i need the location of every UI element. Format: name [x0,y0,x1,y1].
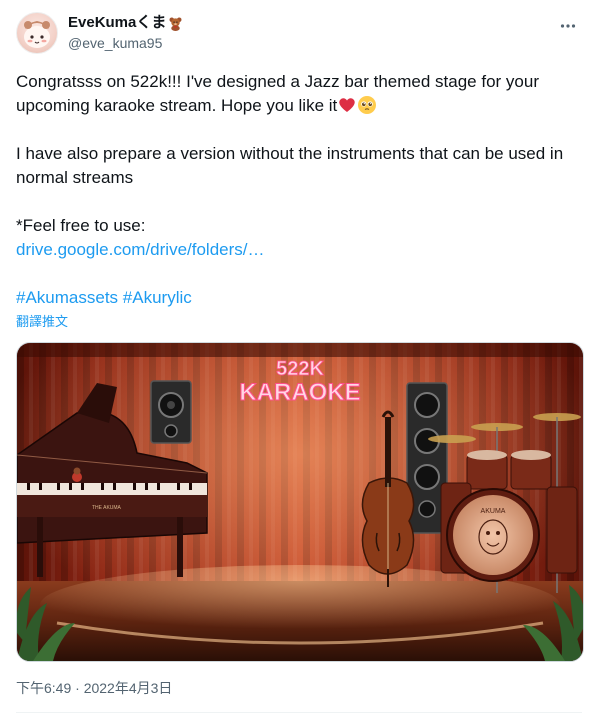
avatar[interactable] [16,12,58,54]
hashtag-akumassets[interactable]: #Akumassets [16,288,118,307]
display-name[interactable]: EveKumaくま [68,14,166,32]
tweet-paragraph-2: I have also prepare a version without th… [16,144,564,187]
pleading-face-icon [357,95,377,115]
translate-tweet-link[interactable]: 翻譯推文 [16,314,68,330]
tweet-paragraph-1: Congratsss on 522k!!! I've designed a Ja… [16,70,586,118]
left-speaker [150,380,192,444]
tweet-media-image[interactable]: 522K KARAOKE THE AKUMA AKUMA [16,342,584,662]
tweet-paragraph-3: *Feel free to use: [16,216,146,235]
divider [16,712,582,713]
tweet-header: EveKumaくま @eve_kuma95 [16,12,582,56]
teddy-bear-icon [168,16,183,31]
tweet-line-1: Congratsss on 522k!!! I've designed a Ja… [16,72,539,115]
more-dots-icon[interactable] [554,12,582,40]
avatar-illustration [24,21,50,48]
tweet-text: Congratsss on 522k!!! I've designed a Ja… [16,70,586,310]
piano-brand-text: THE AKUMA [92,505,122,511]
red-heart-icon [337,95,357,115]
drive-link[interactable]: drive.google.com/drive/folders/… [16,240,265,259]
handle[interactable]: @eve_kuma95 [68,34,183,52]
drum-brand-text: AKUMA [481,508,506,515]
neon-sign-karaoke: KARAOKE [239,379,360,406]
jazz-bar-stage-illustration: 522K KARAOKE THE AKUMA AKUMA [17,343,583,661]
hashtag-akurylic[interactable]: #Akurylic [123,288,192,307]
tweet-timestamp[interactable]: 下午6:49 · 2022年4月3日 [16,679,172,697]
neon-sign-522k: 522K [276,358,324,380]
